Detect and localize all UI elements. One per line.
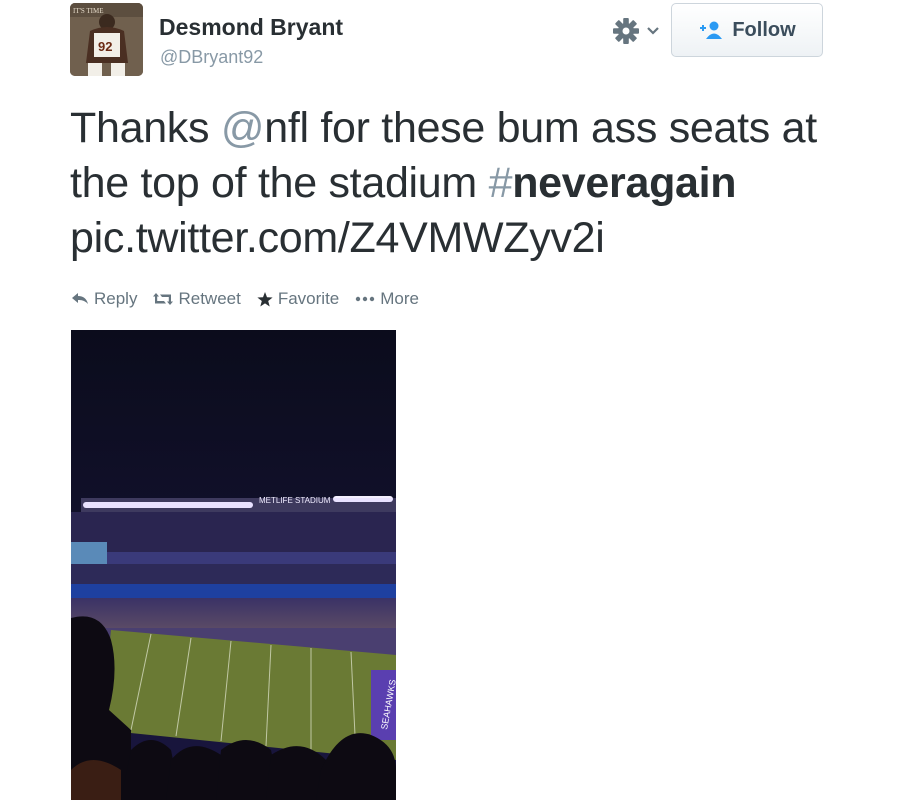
user-handle: @DBryant92 — [160, 47, 264, 67]
star-icon — [257, 291, 273, 306]
retweet-button[interactable]: Retweet — [153, 289, 241, 309]
hashtag-link-neveragain[interactable]: #neveragain — [489, 159, 737, 207]
more-label: More — [380, 289, 419, 308]
more-button[interactable]: More — [355, 289, 419, 309]
avatar-banner: IT'S TIME — [73, 7, 104, 15]
tweet-media-photo[interactable]: METLIFE STADIUM SEAHAWKS — [71, 330, 396, 800]
stadium-lights — [81, 496, 396, 514]
reply-label: Reply — [94, 289, 138, 308]
reply-icon — [72, 293, 88, 304]
follow-label: Follow — [732, 18, 796, 41]
gear-icon — [613, 18, 639, 44]
stadium-sign: METLIFE STADIUM — [259, 496, 331, 505]
follow-button[interactable]: Follow — [671, 3, 823, 57]
favorite-label: Favorite — [277, 289, 340, 308]
mention-prefix: @ — [220, 104, 265, 152]
mention-link-nfl[interactable]: @nfl — [221, 104, 309, 152]
avatar-jersey-number: 92 — [98, 39, 112, 54]
avatar[interactable]: IT'S TIME 92 — [70, 3, 143, 76]
chevron-down-icon — [647, 27, 659, 35]
scoreboard — [71, 542, 107, 564]
pic-link[interactable]: pic.twitter.com/Z4VMWZyv2i — [70, 214, 605, 262]
more-dots-icon — [356, 296, 375, 302]
mention-name: nfl — [264, 104, 309, 152]
retweet-label: Retweet — [178, 289, 241, 308]
user-actions-dropdown[interactable] — [611, 17, 665, 45]
add-user-icon — [700, 21, 723, 39]
tweet-text: Thanks @nfl for these bum ass seats at t… — [70, 101, 860, 266]
hashtag-name: neveragain — [512, 159, 737, 207]
user-name[interactable]: Desmond Bryant — [159, 14, 343, 41]
tweet-text-part: Thanks — [70, 104, 221, 152]
hashtag-prefix: # — [488, 159, 513, 207]
tweet-actions: Reply Retweet Favorite More — [72, 289, 419, 309]
favorite-button[interactable]: Favorite — [257, 289, 339, 309]
reply-button[interactable]: Reply — [72, 289, 137, 309]
retweet-icon — [153, 293, 174, 305]
